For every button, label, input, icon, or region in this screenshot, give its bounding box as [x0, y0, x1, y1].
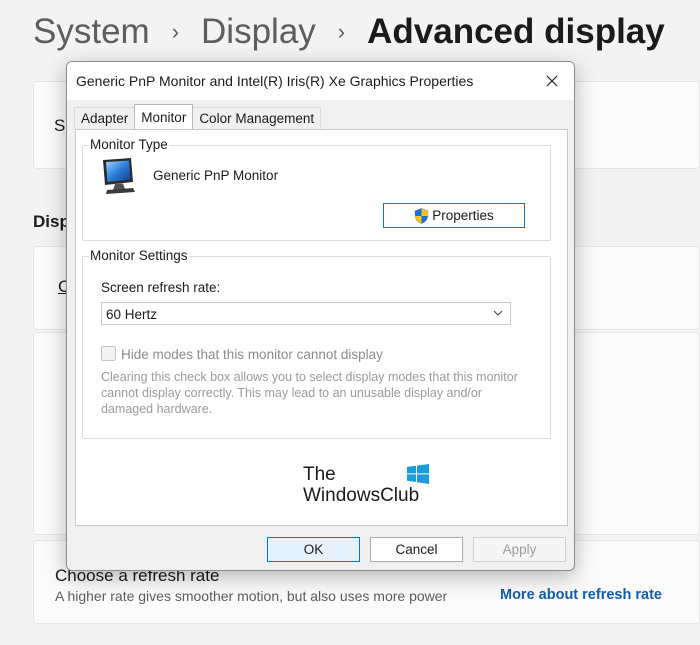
monitor-properties-button[interactable]: Properties — [383, 203, 525, 228]
tab-color-management[interactable]: Color Management — [192, 107, 322, 129]
monitor-properties-dialog: Generic PnP Monitor and Intel(R) Iris(R)… — [66, 61, 575, 571]
ok-button[interactable]: OK — [267, 537, 360, 562]
close-button[interactable] — [530, 62, 574, 100]
refresh-rate-description: A higher rate gives smoother motion, but… — [55, 588, 448, 604]
refresh-rate-value: 60 Hertz — [106, 307, 158, 322]
properties-button-label: Properties — [432, 208, 494, 223]
apply-button[interactable]: Apply — [473, 537, 566, 562]
monitor-name: Generic PnP Monitor — [153, 168, 279, 183]
tab-adapter[interactable]: Adapter — [74, 107, 136, 129]
hide-modes-help-text: Clearing this check box allows you to se… — [101, 370, 518, 416]
breadcrumb-chevron-icon: › — [171, 19, 180, 44]
breadcrumb-advanced-display: Advanced display — [367, 12, 665, 51]
screen-refresh-rate-label: Screen refresh rate: — [101, 280, 221, 295]
hide-modes-checkbox[interactable] — [101, 346, 116, 361]
watermark-line-1: The — [303, 464, 336, 485]
uac-shield-icon — [414, 207, 429, 224]
breadcrumb: System › Display › Advanced display — [33, 12, 665, 52]
more-about-refresh-rate-link[interactable]: More about refresh rate — [500, 587, 662, 603]
refresh-rate-select[interactable]: 60 Hertz — [101, 302, 511, 325]
hide-modes-label: Hide modes that this monitor cannot disp… — [121, 347, 383, 362]
close-icon — [546, 75, 558, 87]
breadcrumb-system[interactable]: System — [33, 12, 150, 52]
cancel-button[interactable]: Cancel — [370, 537, 463, 562]
monitor-type-legend: Monitor Type — [89, 137, 169, 152]
obscured-setting-label: S — [54, 116, 66, 135]
tab-monitor[interactable]: Monitor — [134, 104, 194, 129]
chevron-down-icon — [493, 310, 503, 316]
tab-strip: Adapter Monitor Color Management — [74, 104, 322, 129]
watermark-line-2: WindowsClub — [303, 485, 420, 506]
dialog-title: Generic PnP Monitor and Intel(R) Iris(R)… — [76, 73, 474, 89]
dialog-titlebar[interactable]: Generic PnP Monitor and Intel(R) Iris(R)… — [67, 62, 574, 100]
monitor-icon — [103, 158, 135, 194]
monitor-settings-legend: Monitor Settings — [89, 248, 189, 263]
breadcrumb-display[interactable]: Display — [201, 12, 316, 52]
breadcrumb-chevron-icon: › — [337, 19, 346, 44]
windows-logo-icon — [407, 464, 429, 484]
obscured-section-heading: Disp — [33, 212, 70, 231]
